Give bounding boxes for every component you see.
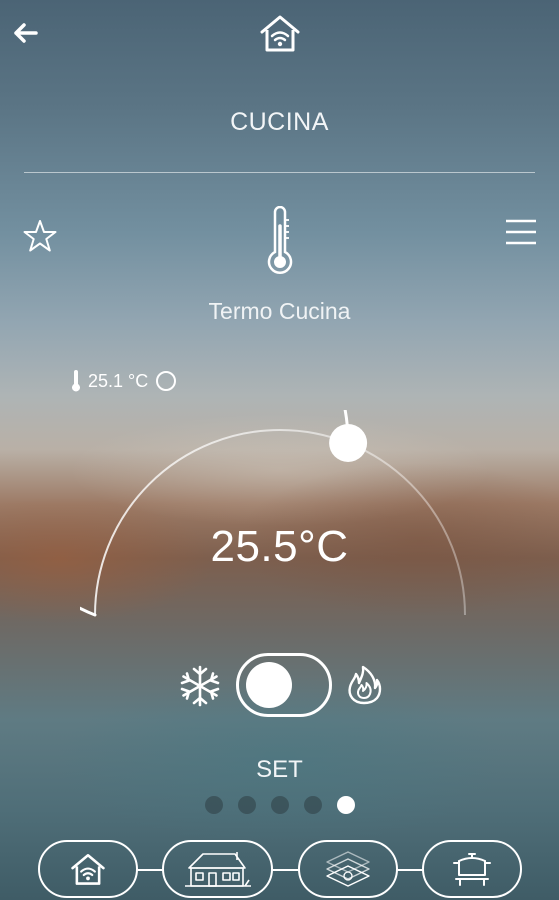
cooking-pot-icon bbox=[450, 849, 494, 889]
set-button[interactable]: SET bbox=[0, 756, 559, 784]
nav-connector bbox=[271, 869, 300, 871]
device-name: Termo Cucina bbox=[208, 298, 351, 324]
room-title: CUCINA bbox=[230, 108, 329, 136]
thermometer-icon bbox=[264, 206, 296, 278]
nav-floors-button[interactable] bbox=[298, 840, 398, 898]
dial-progress bbox=[80, 410, 350, 617]
nav-connector bbox=[396, 869, 424, 871]
star-icon[interactable] bbox=[22, 218, 58, 254]
bottom-navigation bbox=[0, 838, 559, 900]
flame-icon[interactable] bbox=[344, 664, 384, 706]
temperature-dial[interactable] bbox=[80, 410, 480, 630]
nav-connector bbox=[136, 869, 164, 871]
smart-home-icon bbox=[68, 851, 108, 887]
page-dot[interactable] bbox=[238, 796, 256, 814]
page-indicator bbox=[205, 796, 355, 814]
nav-kitchen-button[interactable] bbox=[422, 840, 522, 898]
current-temperature-value: 25.1 °C bbox=[88, 370, 149, 391]
house-building-icon bbox=[183, 848, 253, 890]
page-dot[interactable] bbox=[271, 796, 289, 814]
toggle-knob bbox=[246, 662, 292, 708]
snowflake-icon[interactable] bbox=[178, 664, 222, 708]
small-thermometer-icon bbox=[70, 369, 82, 393]
floor-layers-icon bbox=[323, 849, 373, 889]
status-ring-icon bbox=[156, 371, 177, 391]
set-temperature: 25.5°C bbox=[210, 522, 349, 571]
header-divider bbox=[24, 172, 535, 173]
back-arrow-icon[interactable] bbox=[10, 18, 42, 48]
page-dot[interactable] bbox=[304, 796, 322, 814]
page-dot[interactable] bbox=[205, 796, 223, 814]
page-dot[interactable] bbox=[337, 796, 355, 814]
dial-knob[interactable] bbox=[329, 424, 368, 462]
nav-smart-home-button[interactable] bbox=[38, 840, 138, 898]
current-temperature-row: 25.1 °C bbox=[70, 368, 177, 394]
nav-house-button[interactable] bbox=[162, 840, 273, 898]
mode-toggle-switch[interactable] bbox=[236, 653, 332, 717]
hamburger-menu-icon[interactable] bbox=[504, 216, 538, 248]
smart-home-icon[interactable] bbox=[257, 12, 303, 54]
